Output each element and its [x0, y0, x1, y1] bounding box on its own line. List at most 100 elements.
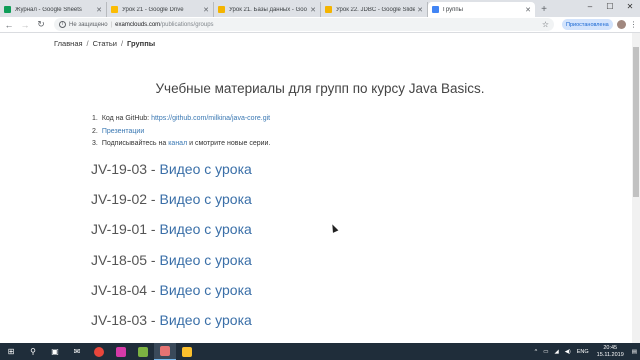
tray-chevron-icon[interactable]: ^ — [535, 349, 538, 355]
url-path: /publications/groups — [160, 21, 214, 28]
tab-close-icon[interactable]: ✕ — [203, 6, 209, 14]
task-view-icon[interactable]: ▣ — [44, 343, 66, 360]
language-indicator[interactable]: ENG — [577, 349, 589, 355]
system-tray: ^ ▭ ◢ ◀) ENG 20:45 15.11.2019 ▤ — [532, 345, 640, 358]
list-number: 2. — [92, 127, 98, 135]
lesson-video-link[interactable]: Видео с урока — [159, 312, 251, 328]
breadcrumb-separator: / — [120, 39, 124, 48]
link-prefix-text: Код на GitHub: — [101, 115, 152, 122]
tab-title: Журнал - Google Sheets — [15, 6, 82, 13]
scrollbar-thumb[interactable] — [633, 47, 639, 197]
list-number: 3. — [92, 140, 98, 147]
minimize-button[interactable]: – — [580, 0, 600, 14]
reload-button[interactable]: ↻ — [34, 18, 48, 32]
close-window-button[interactable]: ✕ — [620, 0, 640, 14]
security-label: Не защищено — [69, 21, 108, 28]
tab-close-icon[interactable]: ✕ — [417, 6, 423, 14]
arrow-left-icon: ← — [4, 19, 14, 30]
intellij-icon[interactable] — [110, 343, 132, 360]
lesson-code: JV-18-03 - — [91, 311, 160, 328]
breadcrumb-home[interactable]: Главная — [54, 39, 83, 48]
resource-link-item: 1. Код на GitHub: https://github.com/milk… — [92, 113, 270, 126]
clock[interactable]: 20:45 15.11.2019 — [597, 345, 624, 358]
browser-tab[interactable]: Урок 22. JDBC - Google Slides ✕ — [321, 2, 428, 17]
forward-button[interactable]: → — [18, 18, 32, 32]
browser-tab[interactable]: Урок 21. Базы данных - Goo ✕ — [214, 2, 321, 17]
tab-title: Урок 22. JDBC - Google Slides — [336, 6, 416, 13]
tab-favicon-icon — [4, 6, 11, 13]
game-icon-glyph — [138, 346, 148, 357]
clock-date: 15.11.2019 — [596, 351, 624, 358]
screen-recorder-icon-glyph — [160, 346, 170, 356]
tab-close-icon[interactable]: ✕ — [310, 6, 316, 14]
chrome-icon[interactable] — [88, 343, 110, 360]
tab-favicon-icon — [432, 6, 439, 13]
lesson-video-link[interactable]: Видео с урока — [159, 252, 251, 268]
breadcrumb-separator: / — [86, 39, 89, 48]
sync-paused-button[interactable]: Приостановлена — [562, 19, 613, 30]
tab-close-icon[interactable]: ✕ — [96, 6, 102, 14]
back-button[interactable]: ← — [2, 18, 16, 32]
tab-title: Группы — [443, 6, 463, 13]
address-bar[interactable]: i Не защищено | examclouds.com /publicat… — [54, 18, 554, 31]
lesson-code: JV-19-02 - — [91, 191, 160, 208]
search-icon[interactable]: ⚲ — [22, 343, 44, 360]
link-prefix-text: Подписывайтесь на — [101, 140, 169, 147]
windows-start-icon[interactable]: ⊞ — [0, 343, 22, 360]
list-number: 1. — [92, 115, 98, 122]
address-separator: | — [110, 21, 113, 28]
lesson-video-link[interactable]: Видео с урока — [159, 161, 251, 177]
new-tab-button[interactable]: + — [535, 2, 553, 17]
resource-link[interactable]: Презентации — [102, 126, 144, 139]
lesson-item: JV-19-03 - Видео с урока — [91, 161, 252, 191]
network-icon[interactable]: ◢ — [554, 349, 558, 355]
lesson-list: JV-19-03 - Видео с урока JV-19-02 - Видео… — [91, 161, 252, 342]
folder-icon-glyph — [182, 346, 192, 357]
breadcrumb: Главная / Статьи / Группы — [54, 39, 155, 48]
folder-icon[interactable] — [176, 343, 198, 360]
notifications-icon[interactable]: ▤ — [632, 349, 637, 355]
lesson-item: JV-19-02 - Видео с урока — [91, 191, 252, 221]
windows-taskbar: ⊞ ⚲ ▣ ✉ ^ ▭ ◢ ◀) ENG 20:45 15.11.2019 ▤ — [0, 343, 640, 360]
window-controls: – ☐ ✕ — [580, 0, 640, 14]
page-scrollbar[interactable] — [632, 33, 640, 343]
screen-recorder-icon[interactable] — [154, 343, 176, 360]
chrome-icon-glyph — [94, 346, 104, 357]
resource-link-item: 2. Презентации — [92, 126, 270, 139]
tab-favicon-icon — [325, 6, 332, 13]
tab-favicon-icon — [111, 6, 118, 13]
info-icon[interactable]: i — [59, 21, 66, 28]
volume-icon[interactable]: ◀) — [565, 349, 571, 355]
url-host: examclouds.com — [115, 21, 161, 28]
lesson-video-link[interactable]: Видео с урока — [159, 282, 251, 298]
lesson-video-link[interactable]: Видео с урока — [159, 221, 251, 237]
browser-menu-icon[interactable]: ⋮ — [630, 20, 638, 29]
resource-link[interactable]: канал — [168, 138, 187, 151]
game-icon[interactable] — [132, 343, 154, 360]
page-title: Учебные материалы для групп по курсу Jav… — [155, 81, 485, 96]
tab-strip: Журнал - Google Sheets ✕ Урок 21 - Google … — [0, 0, 640, 17]
lesson-code: JV-19-01 - — [91, 221, 160, 238]
tab-close-icon[interactable]: ✕ — [525, 6, 531, 14]
breadcrumb-current: Группы — [127, 39, 156, 48]
lesson-video-link[interactable]: Видео с урока — [159, 191, 251, 207]
browser-tab[interactable]: Группы ✕ — [428, 2, 535, 17]
tab-list: Журнал - Google Sheets ✕ Урок 21 - Google … — [0, 0, 535, 17]
browser-tab[interactable]: Урок 21 - Google Drive ✕ — [107, 2, 214, 17]
browser-toolbar: ← → ↻ i Не защищено | examclouds.com /pu… — [0, 17, 640, 33]
breadcrumb-articles[interactable]: Статьи — [93, 39, 117, 48]
maximize-button[interactable]: ☐ — [600, 0, 620, 14]
browser-tab[interactable]: Журнал - Google Sheets ✕ — [0, 2, 107, 17]
profile-avatar[interactable] — [616, 20, 626, 29]
intellij-icon-glyph — [116, 346, 126, 357]
mail-icon[interactable]: ✉ — [66, 343, 88, 360]
bookmark-star-icon[interactable]: ☆ — [542, 20, 549, 29]
tab-favicon-icon — [218, 6, 225, 13]
lesson-item: JV-18-04 - Видео с урока — [91, 282, 252, 312]
tab-title: Урок 21. Базы данных - Goo — [229, 6, 307, 13]
lesson-code: JV-19-03 - — [91, 161, 160, 177]
resource-link[interactable]: https://github.com/milkina/java-core.git — [151, 113, 270, 126]
battery-icon[interactable]: ▭ — [543, 349, 548, 355]
mouse-cursor-icon — [329, 223, 339, 233]
lesson-item: JV-18-03 - Видео с урока — [91, 312, 252, 342]
